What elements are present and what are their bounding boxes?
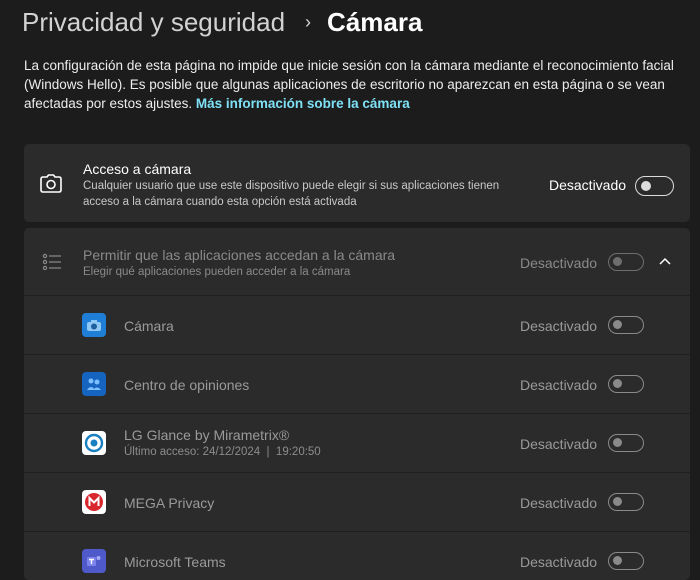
app-toggle-lg-glance[interactable] xyxy=(608,434,644,452)
app-toggle-centro-opiniones[interactable] xyxy=(608,375,644,393)
camera-icon xyxy=(40,173,62,193)
page-title: Cámara xyxy=(327,6,423,37)
toggle-knob xyxy=(613,320,622,329)
apps-access-state: Desactivado xyxy=(520,255,598,271)
camera-app-icon xyxy=(82,313,106,337)
breadcrumb-parent-link[interactable]: Privacidad y seguridad xyxy=(22,7,285,38)
toggle-knob xyxy=(613,556,622,565)
app-row-lg-glance: LG Glance by Mirametrix® Último acceso: … xyxy=(24,413,690,472)
app-name: Microsoft Teams xyxy=(124,554,226,570)
toggle-knob xyxy=(613,438,622,447)
app-last-access: Último acceso: 24/12/2024 | 19:20:50 xyxy=(124,446,321,458)
app-state: Desactivado xyxy=(520,436,598,452)
app-row-camara: Cámara Desactivado xyxy=(24,295,690,354)
app-row-mega-privacy: MEGA Privacy Desactivado xyxy=(24,472,690,531)
camera-access-subtitle: Cualquier usuario que use este dispositi… xyxy=(83,180,500,208)
camera-access-state: Desactivado xyxy=(549,177,627,193)
chevron-up-icon[interactable] xyxy=(656,254,674,268)
apps-access-group: Permitir que las aplicaciones accedan a … xyxy=(24,228,690,580)
breadcrumb-separator-icon: › xyxy=(305,11,312,32)
camera-access-title: Acceso a cámara xyxy=(83,161,192,177)
lg-glance-icon xyxy=(82,431,106,455)
app-row-microsoft-teams: Microsoft Teams Desactivado xyxy=(24,531,690,580)
list-icon xyxy=(42,252,62,272)
mega-icon xyxy=(82,490,106,514)
app-name: Centro de opiniones xyxy=(124,377,250,393)
app-name: MEGA Privacy xyxy=(124,495,215,511)
app-toggle-microsoft-teams[interactable] xyxy=(608,552,644,570)
toggle-knob xyxy=(641,181,651,191)
app-name: Cámara xyxy=(124,318,174,334)
toggle-knob xyxy=(613,257,622,266)
app-name: LG Glance by Mirametrix® xyxy=(124,427,290,443)
feedback-hub-icon xyxy=(82,372,106,396)
app-state: Desactivado xyxy=(520,377,598,393)
teams-icon xyxy=(82,549,106,573)
toggle-knob xyxy=(613,497,622,506)
camera-access-toggle[interactable] xyxy=(635,176,674,196)
breadcrumb: Privacidad y seguridad › Cámara xyxy=(22,4,422,40)
apps-access-header[interactable]: Permitir que las aplicaciones accedan a … xyxy=(24,228,690,295)
intro-description: La configuración de esta página no impid… xyxy=(24,56,684,113)
apps-access-toggle[interactable] xyxy=(608,253,644,271)
app-toggle-camara[interactable] xyxy=(608,316,644,334)
toggle-knob xyxy=(613,379,622,388)
apps-access-title: Permitir que las aplicaciones accedan a … xyxy=(83,247,396,263)
app-row-centro-opiniones: Centro de opiniones Desactivado xyxy=(24,354,690,413)
app-state: Desactivado xyxy=(520,554,598,570)
camera-access-card: Acceso a cámara Cualquier usuario que us… xyxy=(24,144,690,222)
app-state: Desactivado xyxy=(520,495,598,511)
app-state: Desactivado xyxy=(520,318,598,334)
app-toggle-mega-privacy[interactable] xyxy=(608,493,644,511)
learn-more-link[interactable]: Más información sobre la cámara xyxy=(196,96,410,111)
apps-access-subtitle: Elegir qué aplicaciones pueden acceder a… xyxy=(83,266,351,278)
